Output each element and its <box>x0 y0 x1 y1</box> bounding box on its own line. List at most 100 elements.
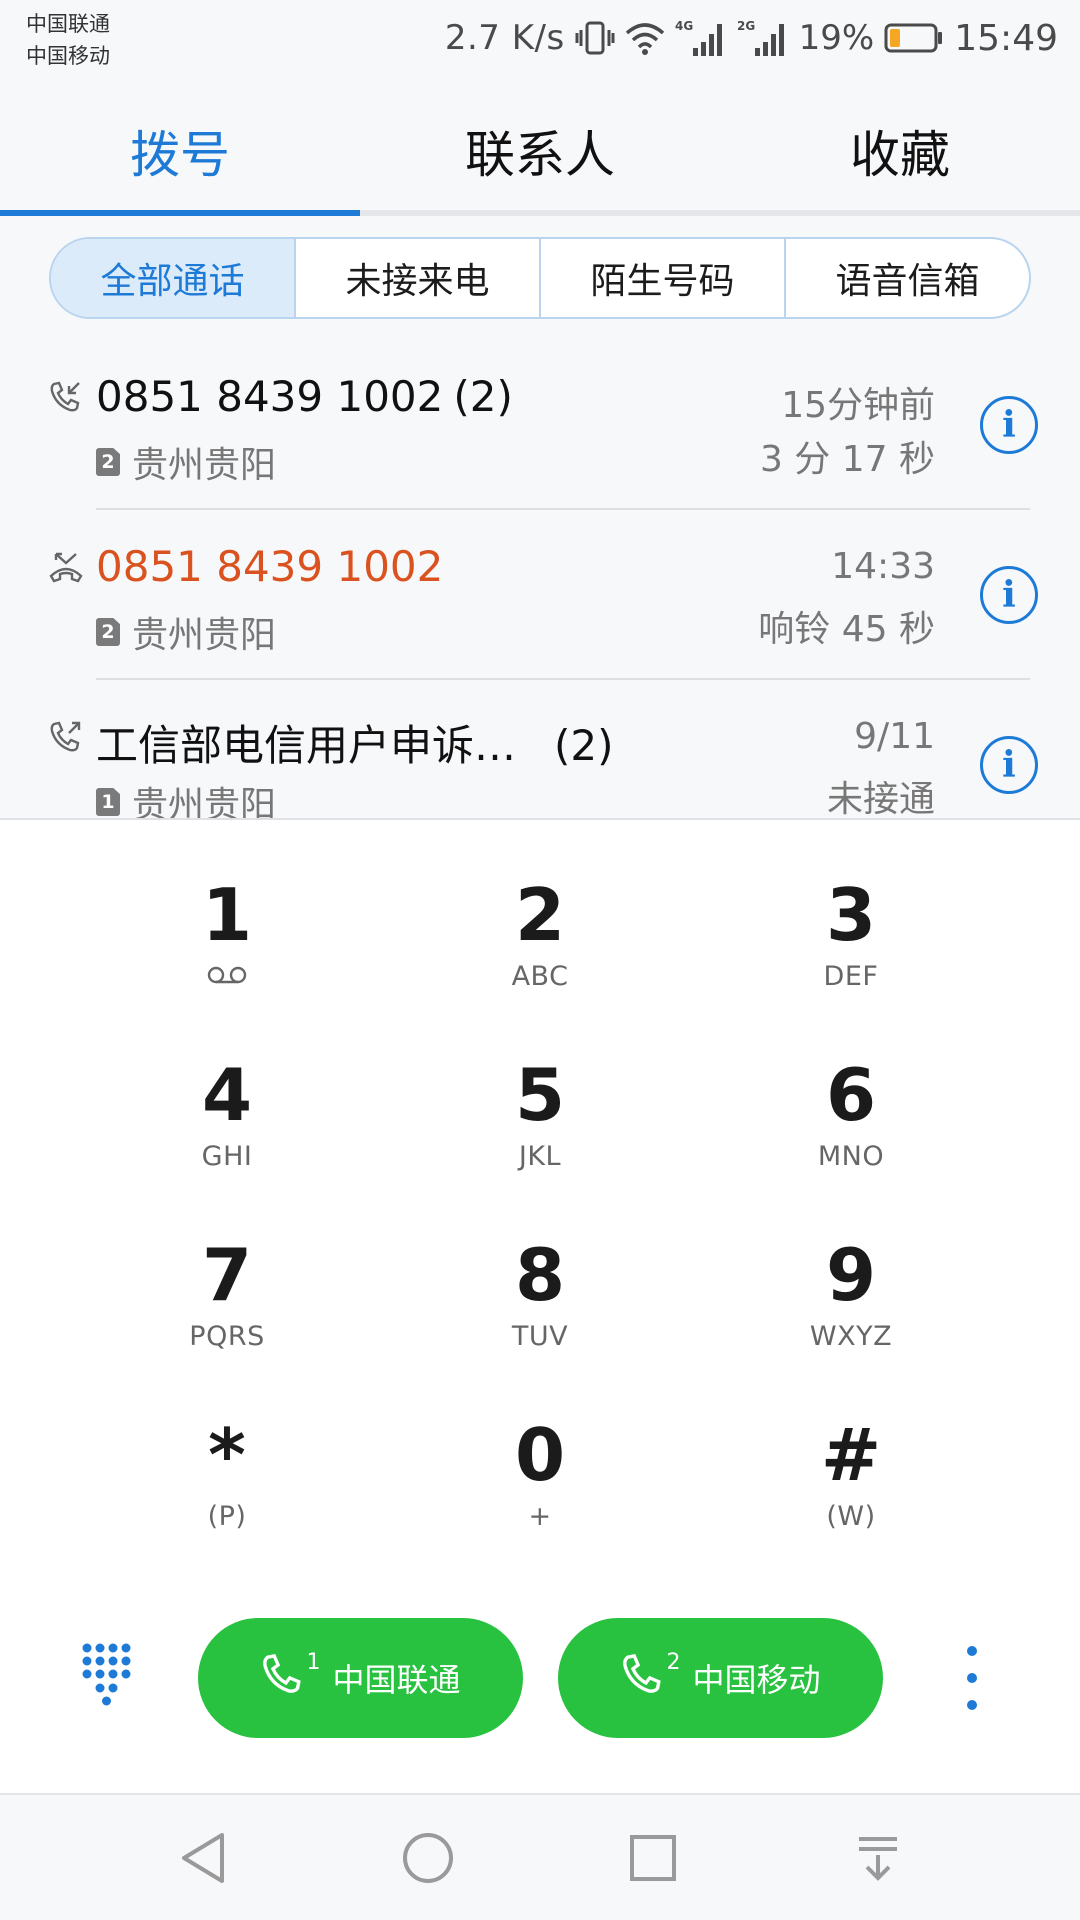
key-letters: (P) <box>207 1501 247 1532</box>
call-filter-segments: 全部通话 未接来电 陌生号码 语音信箱 <box>49 237 1031 319</box>
sim1-network-label: 4G <box>675 19 693 33</box>
key-digit: 6 <box>825 1053 877 1137</box>
call-meta: 2 贵州贵阳 <box>96 606 276 658</box>
call-time: 15分钟前 <box>781 385 935 426</box>
key-letters: (W) <box>826 1501 876 1532</box>
key-digit: 8 <box>514 1233 566 1317</box>
sim-number: 1 <box>306 1649 321 1675</box>
key-letters: PQRS <box>189 1321 265 1352</box>
key-3[interactable]: 3 DEF <box>731 870 971 1020</box>
key-letters: TUV <box>511 1321 569 1352</box>
filter-unknown-numbers[interactable]: 陌生号码 <box>539 239 784 317</box>
info-icon[interactable]: i <box>980 396 1038 454</box>
incoming-call-icon <box>48 380 82 414</box>
sim-card-icon: 2 <box>96 448 120 476</box>
filter-missed-calls[interactable]: 未接来电 <box>294 239 539 317</box>
sim2-signal-icon: 2G <box>737 18 789 58</box>
call-count: (2) <box>554 721 614 770</box>
call-location: 贵州贵阳 <box>132 445 277 486</box>
key-digit: * <box>208 1413 246 1497</box>
key-9[interactable]: 9 WXYZ <box>731 1230 971 1380</box>
active-tab-indicator <box>0 210 360 216</box>
call-time: 9/11 <box>854 716 935 757</box>
call-number-text: 0851 8439 1002 <box>96 372 444 421</box>
clock: 15:49 <box>954 17 1058 59</box>
home-circle-icon[interactable] <box>398 1828 458 1888</box>
recents-square-icon[interactable] <box>623 1828 683 1888</box>
call-log-item[interactable]: 0851 8439 1002 2 贵州贵阳 14:33 响铃 45 秒 i <box>0 510 1080 680</box>
key-7[interactable]: 7 PQRS <box>107 1230 347 1380</box>
call-number: 0851 8439 1002 (2) <box>96 372 513 421</box>
key-star[interactable]: * (P) <box>107 1410 347 1560</box>
filter-voicemail[interactable]: 语音信箱 <box>784 239 1029 317</box>
tab-dialer[interactable]: 拨号 <box>0 86 360 216</box>
info-icon[interactable]: i <box>980 566 1038 624</box>
back-triangle-icon[interactable] <box>173 1828 233 1888</box>
carrier-names: 中国联通 中国移动 <box>26 8 110 72</box>
carrier-2: 中国移动 <box>26 44 110 68</box>
call-log-item[interactable]: 工信部电信用户申诉… (2) 1 贵州贵阳 9/11 未接通 i <box>0 680 1080 818</box>
call-log-list[interactable]: 0851 8439 1002 (2) 2 贵州贵阳 15分钟前 3 分 17 秒 … <box>0 340 1080 818</box>
key-0[interactable]: 0 + <box>420 1410 660 1560</box>
sim-card-icon: 2 <box>96 618 120 646</box>
call-location: 贵州贵阳 <box>132 615 277 656</box>
info-icon[interactable]: i <box>980 736 1038 794</box>
outgoing-call-icon <box>48 720 82 754</box>
call-button-label: 中国联通 <box>332 1661 461 1699</box>
key-5[interactable]: 5 JKL <box>420 1050 660 1200</box>
key-digit: 0 <box>514 1413 566 1497</box>
key-digit: 3 <box>825 873 877 957</box>
key-letters: DEF <box>823 961 879 992</box>
key-6[interactable]: 6 MNO <box>731 1050 971 1200</box>
call-count: (2) <box>453 372 513 421</box>
key-letters: + <box>528 1501 552 1532</box>
key-digit: 4 <box>201 1053 253 1137</box>
key-letters: ABC <box>511 961 569 992</box>
status-indicators: 2.7 K/s 4G 2G 19% 15:49 <box>445 14 1058 62</box>
key-letters: JKL <box>518 1141 562 1172</box>
tab-contacts[interactable]: 联系人 <box>360 86 720 216</box>
call-duration: 3 分 17 秒 <box>759 439 935 480</box>
battery-percent: 19% <box>798 18 875 58</box>
more-vertical-icon[interactable] <box>957 1646 987 1710</box>
sim2-network-label: 2G <box>737 19 755 33</box>
key-letters: GHI <box>201 1141 253 1172</box>
system-nav-bar <box>0 1793 1080 1920</box>
key-letters: MNO <box>817 1141 885 1172</box>
wifi-icon <box>625 21 665 55</box>
key-digit: 1 <box>201 873 253 957</box>
tab-favorites[interactable]: 收藏 <box>720 86 1080 216</box>
key-digit: 2 <box>514 873 566 957</box>
call-number: 工信部电信用户申诉… (2) <box>96 712 614 773</box>
call-duration: 响铃 45 秒 <box>758 609 935 650</box>
key-1[interactable]: 1 <box>107 870 347 1020</box>
key-8[interactable]: 8 TUV <box>420 1230 660 1380</box>
pull-down-icon[interactable] <box>848 1828 908 1888</box>
network-speed: 2.7 K/s <box>444 18 565 58</box>
phone-icon <box>620 1652 664 1704</box>
vibrate-icon <box>575 20 615 56</box>
carrier-1: 中国联通 <box>26 12 110 36</box>
missed-call-icon <box>48 550 83 584</box>
call-sim1-button[interactable]: 1 中国联通 <box>198 1618 523 1738</box>
call-duration: 未接通 <box>826 779 935 818</box>
key-digit: 5 <box>514 1053 566 1137</box>
dialpad-grid-icon[interactable] <box>78 1640 136 1708</box>
sim-number: 2 <box>666 1649 681 1675</box>
status-bar: 中国联通 中国移动 2.7 K/s 4G 2G 19% 15:49 <box>0 0 1080 80</box>
call-log-item[interactable]: 0851 8439 1002 (2) 2 贵州贵阳 15分钟前 3 分 17 秒 … <box>0 340 1080 510</box>
key-digit: 9 <box>825 1233 877 1317</box>
call-location: 贵州贵阳 <box>132 785 277 818</box>
key-digit: # <box>820 1413 882 1497</box>
call-button-label: 中国移动 <box>692 1661 821 1699</box>
call-number-text: 工信部电信用户申诉… <box>96 721 517 770</box>
call-sim2-button[interactable]: 2 中国移动 <box>558 1618 883 1738</box>
key-letters: WXYZ <box>809 1321 893 1352</box>
call-number: 0851 8439 1002 <box>96 542 453 591</box>
sim1-signal-icon: 4G <box>675 18 727 58</box>
key-hash[interactable]: # (W) <box>731 1410 971 1560</box>
sim-card-icon: 1 <box>96 788 120 816</box>
key-2[interactable]: 2 ABC <box>420 870 660 1020</box>
filter-all-calls[interactable]: 全部通话 <box>51 239 294 317</box>
key-4[interactable]: 4 GHI <box>107 1050 347 1200</box>
